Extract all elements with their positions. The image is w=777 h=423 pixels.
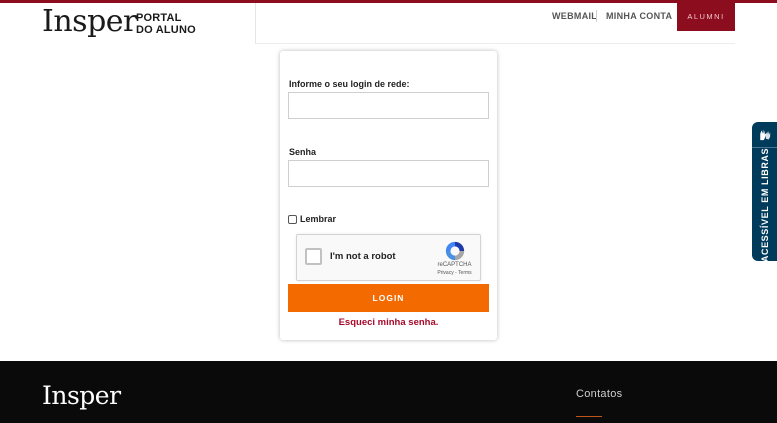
login-card: Informe o seu login de rede: Senha Lembr… [280, 51, 497, 340]
header-divider [255, 3, 256, 44]
footer-contacts-underline [576, 416, 602, 417]
recaptcha-logo-icon [445, 241, 465, 261]
remember-label[interactable]: Lembrar [300, 214, 336, 224]
recaptcha-terms-link[interactable]: Privacy - Terms [432, 270, 477, 276]
password-input[interactable] [288, 160, 489, 187]
password-label: Senha [289, 147, 317, 157]
footer-contacts-heading: Contatos [576, 388, 623, 400]
login-button[interactable]: LOGIN [288, 284, 489, 312]
site-footer: Insper Contatos [0, 361, 777, 423]
site-header: Insper PORTAL DO ALUNO WEBMAIL MINHA CON… [0, 3, 777, 44]
nav-minha-conta-link[interactable]: MINHA CONTA [606, 11, 672, 21]
alumni-button[interactable]: ALUMNI [677, 3, 735, 31]
header-bottom-line [255, 43, 735, 44]
remember-checkbox[interactable] [288, 214, 297, 224]
insper-logo[interactable]: Insper [42, 5, 137, 39]
nav-separator [596, 10, 597, 22]
recaptcha-brand: reCAPTCHA [437, 262, 472, 268]
accessibility-label: ACESSÍVEL EM LIBRAS [760, 147, 770, 263]
hands-sign-icon [760, 129, 771, 141]
forgot-password-link[interactable]: Esqueci minha senha. [280, 317, 497, 328]
portal-title-line1: PORTAL [136, 12, 182, 24]
login-label: Informe o seu login de rede: [289, 79, 410, 89]
footer-insper-logo[interactable]: Insper [42, 381, 121, 410]
portal-title: PORTAL DO ALUNO [136, 12, 196, 36]
recaptcha-checkbox[interactable] [305, 248, 322, 265]
login-input[interactable] [288, 92, 489, 119]
remember-row: Lembrar [288, 214, 336, 224]
portal-title-line2: DO ALUNO [136, 24, 196, 36]
accessibility-libras-tab[interactable]: ACESSÍVEL EM LIBRAS [752, 122, 777, 263]
recaptcha-widget: I'm not a robot reCAPTCHA Privacy - Term… [296, 234, 481, 281]
nav-webmail-link[interactable]: WEBMAIL [552, 11, 597, 21]
recaptcha-label: I'm not a robot [330, 251, 396, 262]
